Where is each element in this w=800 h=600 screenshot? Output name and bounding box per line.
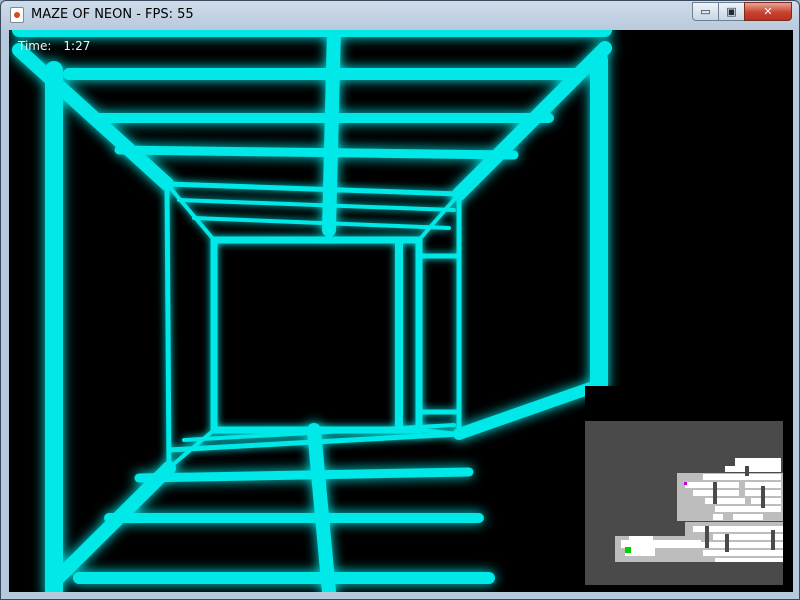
time-value: 1:27 (63, 39, 91, 53)
minimap-drawing (585, 421, 783, 585)
mid-top-edge (164, 181, 462, 197)
player-marker (625, 547, 631, 553)
near-wall-frame (12, 30, 612, 592)
game-canvas[interactable]: Time: 1:27 (9, 30, 793, 592)
maximize-icon: ▣ (726, 5, 737, 18)
floor-row-3 (134, 467, 474, 483)
window-title: MAZE OF NEON - FPS: 55 (31, 7, 194, 22)
close-icon: ✕ (763, 5, 773, 18)
far-diag-tl (165, 182, 216, 242)
minimap (585, 386, 783, 585)
diag-bottom-left (47, 461, 176, 589)
far-ceiling-row-2 (192, 216, 451, 230)
title-bar[interactable]: MAZE OF NEON - FPS: 55 ▭ ▣ ✕ (1, 1, 799, 29)
far-diag-tr (417, 192, 461, 242)
maximize-button[interactable]: ▣ (718, 2, 745, 21)
close-button[interactable]: ✕ (744, 2, 792, 21)
minimize-button[interactable]: ▭ (692, 2, 719, 21)
minimize-icon: ▭ (700, 5, 711, 18)
ceiling-center-strut (322, 30, 341, 237)
goal-marker (684, 482, 687, 485)
floor-center-strut (307, 423, 336, 592)
far-end-frame (210, 236, 423, 434)
time-display: Time: 1:27 (18, 39, 90, 53)
ceiling-row-3 (114, 145, 519, 160)
game-window: MAZE OF NEON - FPS: 55 ▭ ▣ ✕ Time: 1:27 (0, 0, 800, 600)
mid-left-edge (164, 181, 172, 471)
java-cup-icon[interactable] (10, 7, 24, 23)
far-ceiling-row (177, 198, 456, 212)
time-label: Time: (18, 39, 52, 53)
diag-bottom-right (453, 379, 605, 440)
